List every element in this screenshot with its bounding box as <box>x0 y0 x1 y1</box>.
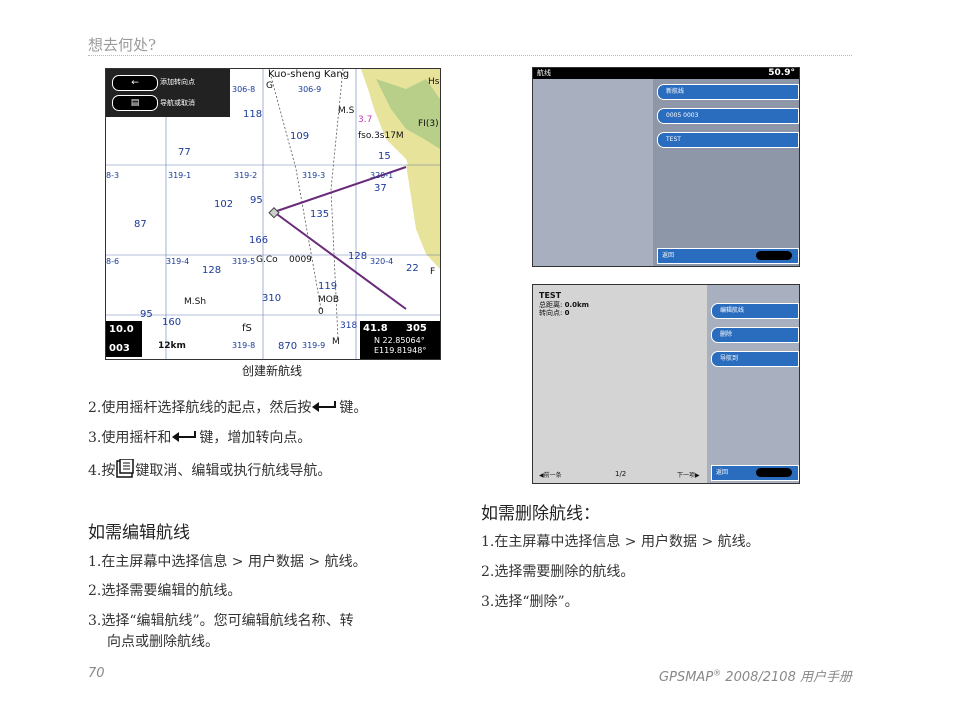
edit-step-2: 2.选择需要编辑的航线。 <box>88 583 242 599</box>
step-3: 3.使用摇杆和 键，增加转向点。 <box>88 430 312 446</box>
scale-bar-label: 12km <box>158 341 186 351</box>
figure-caption: 创建新航线 <box>241 364 302 378</box>
prev-button[interactable]: ◀前一条 <box>539 470 562 479</box>
page-indicator: 1/2 <box>615 470 627 478</box>
route-name: TEST <box>539 291 562 300</box>
header-divider <box>88 55 852 56</box>
page-number: 70 <box>88 666 105 681</box>
back-button[interactable]: 返回 <box>711 465 799 481</box>
routes-titlebar: 航线 50.9° <box>533 68 799 79</box>
position-readout: 41.8 305 N 22.85064° E119.81948° <box>360 321 440 359</box>
menu-key-icon <box>756 468 792 477</box>
routes-screen: 航线 50.9° 新航线 0005 0003 TEST 返回 <box>532 67 800 267</box>
page-header: 想去何处? <box>88 36 157 54</box>
edit-route-button[interactable]: 编辑航线 <box>711 303 799 319</box>
menu-key-icon <box>115 458 135 483</box>
route-item[interactable]: TEST <box>657 132 799 148</box>
step-2: 2.使用摇杆选择航线的起点，然后按 键。 <box>88 400 368 416</box>
delete-step-2: 2.选择需要删除的航线。 <box>481 564 635 580</box>
menu-item-navigate[interactable]: 导航或取消 <box>160 98 195 108</box>
edit-step-3-continuation: 向点或删除航线。 <box>107 634 219 650</box>
section-title-delete: 如需删除航线： <box>481 504 600 524</box>
enter-key-icon[interactable]: ← <box>112 75 158 91</box>
menu-item-add-waypoint[interactable]: 添加转向点 <box>160 77 195 87</box>
route-item[interactable]: 0005 0003 <box>657 108 799 124</box>
edit-step-1: 1.在主屏幕中选择信息 > 用户数据 > 航线。 <box>88 554 367 570</box>
enter-key-icon <box>171 430 199 446</box>
step-4: 4.按 键取消、编辑或执行航线导航。 <box>88 458 331 483</box>
map-menu: ← 添加转向点 ▤ 导航或取消 <box>106 69 230 117</box>
navigate-to-button[interactable]: 导航到 <box>711 351 799 367</box>
next-button[interactable]: 下一项▶ <box>677 470 700 479</box>
chart-map-screenshot: Kuo-sheng Kang 306-8 306-9 118 M.S 109 7… <box>105 68 441 360</box>
enter-key-icon <box>311 400 339 416</box>
menu-key-icon[interactable]: ▤ <box>112 95 158 111</box>
edit-step-3: 3.选择“编辑航线”。您可编辑航线名称、转 <box>88 613 354 629</box>
back-button[interactable]: 返回 <box>657 248 799 264</box>
route-detail-screen: TEST 总距离: 0.0km 转向点: 0 编辑航线 删除 导航到 ◀前一条 … <box>532 284 800 484</box>
delete-step-3: 3.选择“删除”。 <box>481 594 579 610</box>
zoom-scale-box: 10.0 003 <box>106 321 142 357</box>
delete-button[interactable]: 删除 <box>711 327 799 343</box>
manual-title: GPSMAP® 2008/2108 用户手册 <box>659 668 852 685</box>
menu-key-icon <box>756 251 792 260</box>
delete-step-1: 1.在主屏幕中选择信息 > 用户数据 > 航线。 <box>481 534 760 550</box>
section-title-edit: 如需编辑航线 <box>88 523 190 543</box>
new-route-button[interactable]: 新航线 <box>657 84 799 100</box>
place-label: Kuo-sheng Kang <box>268 69 350 80</box>
